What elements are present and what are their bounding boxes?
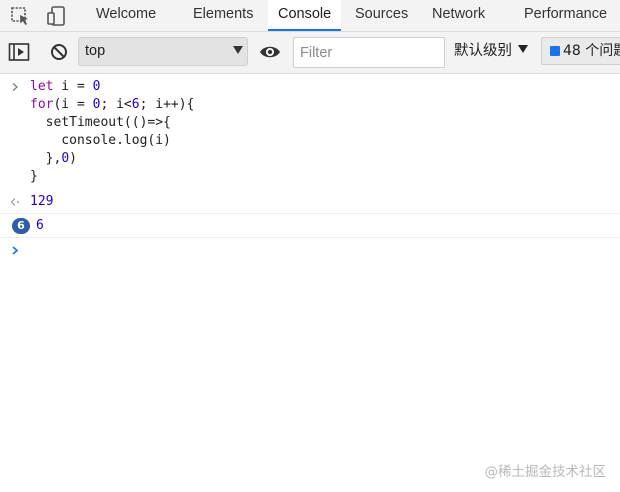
- console-result-row: 129: [0, 190, 620, 214]
- tab-elements[interactable]: Elements: [183, 0, 263, 31]
- log-value: 6: [36, 218, 44, 233]
- console-log-row: 6 6: [0, 214, 620, 238]
- tab-performance[interactable]: Performance: [514, 0, 617, 31]
- code-line: console.log(i): [30, 133, 171, 148]
- input-chevron-icon: [12, 83, 18, 91]
- tab-console[interactable]: Console: [268, 0, 342, 31]
- chevron-down-icon: [233, 46, 243, 54]
- clear-console-icon[interactable]: [49, 42, 69, 62]
- devtools-window: Welcome Elements Console Sources Network…: [0, 0, 620, 492]
- console-output[interactable]: let i = 0 for(i = 0; i<6; i++){ setTimeo…: [0, 74, 620, 492]
- issues-count-label: 48 个问题: [563, 43, 620, 59]
- code-line: for(i = 0; i<6; i++){: [30, 97, 195, 112]
- context-selector[interactable]: top: [78, 37, 248, 66]
- issues-button[interactable]: 48 个问题: [541, 37, 620, 65]
- tab-network[interactable]: Network: [422, 0, 495, 31]
- log-levels-dropdown[interactable]: 默认级别: [454, 37, 528, 66]
- console-toolbar: top 默认级别 48 个问题: [0, 32, 620, 74]
- tab-sources[interactable]: Sources: [345, 0, 418, 31]
- devtools-tab-bar: Welcome Elements Console Sources Network…: [0, 0, 620, 32]
- toggle-sidebar-icon[interactable]: [8, 42, 30, 62]
- device-toolbar-icon[interactable]: [42, 0, 70, 31]
- result-value: 129: [30, 194, 54, 209]
- return-arrow-icon: [10, 198, 19, 206]
- watermark: @稀土掘金技术社区: [484, 464, 607, 480]
- code-line: }: [30, 169, 38, 184]
- code-line: let i = 0: [30, 79, 101, 94]
- filter-input[interactable]: [293, 37, 445, 68]
- context-selector-value: top: [85, 43, 106, 59]
- repeat-count-badge: 6: [12, 218, 30, 234]
- inspect-element-icon[interactable]: [6, 0, 34, 31]
- code-line: },0): [30, 151, 77, 166]
- caret-down-icon: [518, 45, 528, 53]
- log-levels-label: 默认级别: [454, 43, 512, 59]
- issue-flag-icon: [550, 46, 560, 56]
- code-line: setTimeout(()=>{: [30, 115, 171, 130]
- live-expression-eye-icon[interactable]: [259, 43, 281, 61]
- prompt-chevron-icon[interactable]: [11, 246, 19, 255]
- tab-welcome[interactable]: Welcome: [86, 0, 166, 31]
